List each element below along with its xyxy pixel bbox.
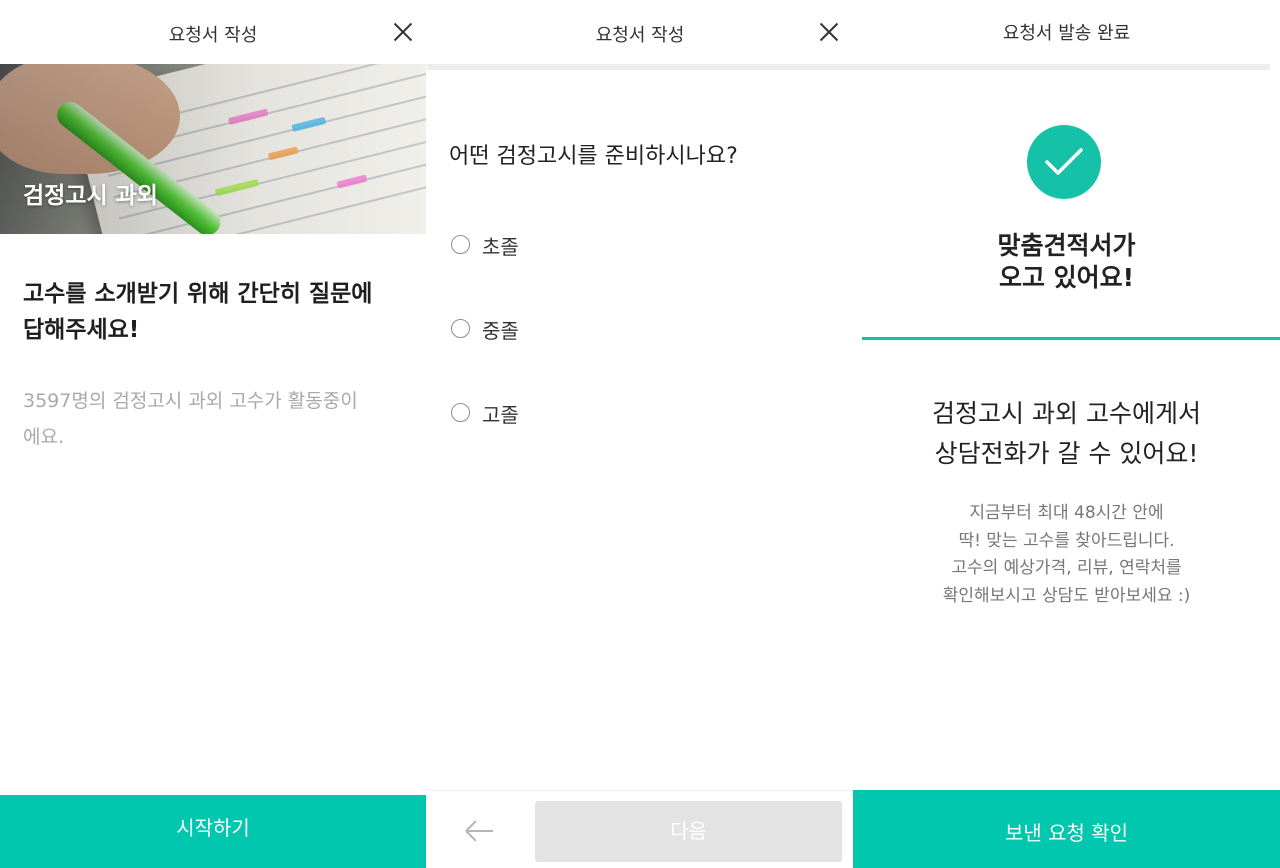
done-title-line: 맞춤견적서가 <box>997 231 1136 260</box>
option-label: 고졸 <box>482 403 519 427</box>
progress-bar <box>853 64 1270 70</box>
header: 요청서 발송 완료 <box>853 0 1280 64</box>
back-arrow-icon[interactable] <box>463 816 499 846</box>
radio-icon[interactable] <box>451 403 470 422</box>
view-sent-request-button[interactable]: 보낸 요청 확인 <box>853 790 1280 868</box>
info-description-line: 확인해보시고 상담도 받아보세요 :) <box>942 585 1191 606</box>
option-label: 중졸 <box>482 319 519 343</box>
intro-heading: 고수를 소개받기 위해 간단히 질문에 답해주세요! <box>23 276 413 348</box>
expert-count-line: 에요. <box>23 426 64 448</box>
close-icon[interactable] <box>816 19 842 45</box>
intro-heading-line: 답해주세요! <box>23 317 140 343</box>
info-title: 검정고시 과외 고수에게서 상담전화가 갈 수 있어요! <box>853 394 1280 474</box>
expert-count-text: 3597명의 검정고시 과외 고수가 활동중이 에요. <box>23 383 413 455</box>
radio-icon[interactable] <box>451 319 470 338</box>
info-description-line: 딱! 맞는 고수를 찾아드립니다. <box>958 530 1175 551</box>
screen-question: 요청서 작성 어떤 검정고시를 준비하시나요? 초졸 중졸 고졸 다음 <box>427 0 853 868</box>
done-title: 맞춤견적서가 오고 있어요! <box>853 230 1280 294</box>
divider <box>862 337 1280 340</box>
progress-bar <box>427 64 853 70</box>
expert-count-line: 3597명의 검정고시 과외 고수가 활동중이 <box>23 390 358 412</box>
intro-heading-line: 고수를 소개받기 위해 간단히 질문에 <box>23 281 373 307</box>
page-title: 요청서 발송 완료 <box>1002 23 1131 44</box>
option-label: 초졸 <box>482 235 519 259</box>
page-title: 요청서 작성 <box>168 25 258 46</box>
hero-image: 검정고시 과외 <box>0 64 426 234</box>
screen-request-sent: 요청서 발송 완료 맞춤견적서가 오고 있어요! 검정고시 과외 고수에게서 상… <box>853 0 1280 868</box>
question-text: 어떤 검정고시를 준비하시나요? <box>449 144 738 169</box>
radio-icon[interactable] <box>451 235 470 254</box>
info-title-line: 검정고시 과외 고수에게서 <box>932 399 1201 428</box>
page-title: 요청서 작성 <box>595 25 685 46</box>
header: 요청서 작성 <box>427 0 853 64</box>
close-icon[interactable] <box>390 19 416 45</box>
info-description: 지금부터 최대 48시간 안에 딱! 맞는 고수를 찾아드립니다. 고수의 예상… <box>853 500 1280 610</box>
screen-request-intro: 요청서 작성 검정고시 과외 고수를 소개받기 위해 간단히 질문에 답해주세요… <box>0 0 426 868</box>
info-title-line: 상담전화가 갈 수 있어요! <box>934 439 1199 468</box>
info-description-line: 지금부터 최대 48시간 안에 <box>969 503 1164 523</box>
header: 요청서 작성 <box>0 0 426 64</box>
next-button[interactable]: 다음 <box>535 801 842 862</box>
info-description-line: 고수의 예상가격, 리뷰, 연락처를 <box>951 558 1182 578</box>
hero-label: 검정고시 과외 <box>23 183 158 209</box>
check-icon <box>1027 125 1101 199</box>
done-title-line: 오고 있어요! <box>998 263 1135 292</box>
bottom-nav: 다음 <box>427 790 853 868</box>
start-button[interactable]: 시작하기 <box>0 795 426 868</box>
